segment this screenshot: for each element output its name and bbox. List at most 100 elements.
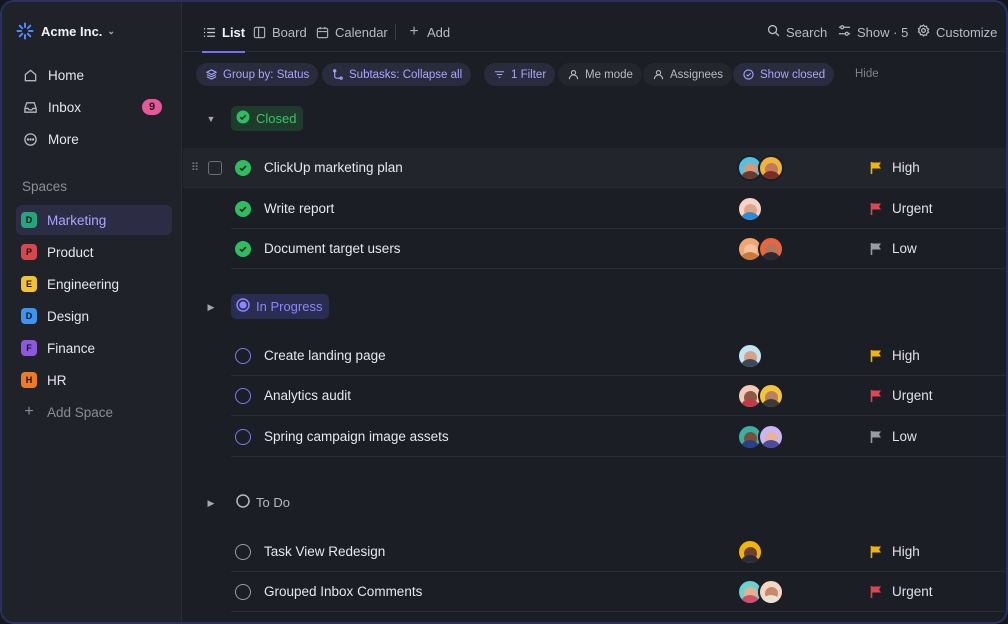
task-row[interactable]: Document target users Low (231, 229, 1006, 269)
nav-inbox[interactable]: Inbox 9 (16, 92, 172, 122)
assignees-chip[interactable]: Assignees (643, 63, 733, 86)
flag-high-icon (869, 545, 883, 559)
show-closed-chip[interactable]: Show closed (733, 63, 835, 86)
assignees[interactable] (737, 235, 784, 262)
expand-caret-icon[interactable]: ▶ (206, 498, 216, 508)
search-button[interactable]: Search (767, 12, 827, 52)
space-avatar: F (21, 340, 37, 356)
hide-button[interactable]: Hide (855, 68, 879, 80)
group-by-chip[interactable]: Group by: Status (196, 63, 319, 86)
nav-home[interactable]: Home (16, 60, 172, 90)
tab-calendar-label: Calendar (335, 24, 388, 40)
priority-label: Low (892, 429, 917, 444)
board-icon (252, 25, 266, 39)
task-name[interactable]: Task View Redesign (264, 544, 385, 559)
status-closed-icon[interactable] (235, 159, 251, 176)
divider (395, 24, 396, 40)
filter-icon (493, 69, 505, 81)
tab-calendar[interactable]: Calendar (315, 12, 388, 52)
priority[interactable]: High (869, 348, 920, 363)
space-hr[interactable]: H HR (16, 365, 172, 395)
priority[interactable]: Low (869, 241, 917, 256)
space-label: Design (47, 308, 90, 324)
avatar (737, 342, 763, 369)
flag-low-icon (869, 430, 883, 444)
add-view-button[interactable]: + Add (407, 12, 450, 52)
plus-icon: + (409, 23, 419, 40)
space-label: Product (47, 244, 94, 260)
task-name[interactable]: Analytics audit (264, 388, 351, 403)
task-row[interactable]: ⠿ ClickUp marketing plan High (183, 148, 1006, 188)
show-button[interactable]: Show · 5 (838, 12, 908, 52)
status-to-do-icon[interactable] (235, 543, 251, 560)
assignees[interactable] (737, 342, 763, 369)
customize-button[interactable]: Customize (917, 12, 997, 52)
flag-high-icon (869, 349, 883, 363)
group-by-label: Group by: Status (223, 68, 310, 81)
assignees[interactable] (737, 195, 763, 222)
task-name[interactable]: Spring campaign image assets (264, 429, 449, 444)
avatar (758, 154, 784, 181)
priority[interactable]: Urgent (869, 388, 933, 403)
workspace-switcher[interactable]: Acme Inc. ⌄ (16, 22, 115, 40)
expand-caret-icon[interactable]: ▶ (206, 302, 216, 312)
drag-handle-icon[interactable]: ⠿ (191, 161, 199, 174)
task-name[interactable]: Create landing page (264, 348, 386, 363)
assignees[interactable] (737, 154, 784, 181)
priority[interactable]: Low (869, 429, 917, 444)
task-checkbox[interactable] (208, 160, 222, 175)
assignees[interactable] (737, 382, 784, 409)
tab-list[interactable]: List (202, 12, 246, 53)
priority[interactable]: High (869, 160, 920, 175)
task-name[interactable]: Document target users (264, 241, 401, 256)
add-space-button[interactable]: + Add Space (16, 397, 172, 427)
space-design[interactable]: D Design (16, 301, 172, 331)
status-closed-icon[interactable] (235, 200, 251, 217)
subtasks-chip[interactable]: Subtasks: Collapse all (322, 63, 472, 86)
task-row[interactable]: Create landing page High (231, 336, 1006, 376)
status-in-progress-icon[interactable] (235, 428, 251, 445)
group-header-in-progress[interactable]: In Progress (231, 294, 330, 319)
gear-icon (917, 24, 930, 40)
status-in-progress-icon[interactable] (235, 347, 251, 364)
task-row[interactable]: Task View Redesign High (231, 532, 1006, 572)
nav-more[interactable]: More (16, 124, 172, 154)
task-name[interactable]: Grouped Inbox Comments (264, 584, 422, 599)
status-to-do-icon[interactable] (235, 583, 251, 600)
task-name[interactable]: ClickUp marketing plan (264, 160, 403, 175)
group-header-to-do[interactable]: To Do (231, 490, 297, 515)
assignees[interactable] (737, 538, 763, 565)
space-engineering[interactable]: E Engineering (16, 269, 172, 299)
assignees[interactable] (737, 423, 784, 450)
sliders-icon (838, 24, 851, 40)
task-row[interactable]: Spring campaign image assets Low (231, 417, 1006, 457)
avatar (758, 423, 784, 450)
group-header-closed[interactable]: Closed (231, 106, 304, 131)
to-do-icon (236, 494, 250, 511)
priority[interactable]: High (869, 544, 920, 559)
space-finance[interactable]: F Finance (16, 333, 172, 363)
task-row[interactable]: Analytics audit Urgent (231, 376, 1006, 416)
avatar (758, 382, 784, 409)
space-product[interactable]: P Product (16, 237, 172, 267)
space-avatar: P (21, 244, 37, 260)
filter-chip[interactable]: 1 Filter (484, 63, 556, 86)
filter-label: 1 Filter (511, 68, 547, 81)
task-name[interactable]: Write report (264, 201, 334, 216)
subtasks-label: Subtasks: Collapse all (349, 68, 463, 81)
assignees[interactable] (737, 578, 784, 605)
me-mode-chip[interactable]: Me mode (558, 63, 642, 86)
me-mode-label: Me mode (585, 68, 633, 81)
priority[interactable]: Urgent (869, 201, 933, 216)
status-in-progress-icon[interactable] (235, 387, 251, 404)
task-row[interactable]: Write report Urgent (231, 189, 1006, 229)
collapse-caret-icon[interactable]: ▼ (206, 114, 216, 124)
sidebar: Acme Inc. ⌄ Home Inbox 9 More Spaces D M… (2, 2, 182, 622)
group-status-label: Closed (256, 111, 297, 126)
priority[interactable]: Urgent (869, 584, 933, 599)
in-progress-icon (236, 298, 250, 315)
tab-board[interactable]: Board (252, 12, 307, 52)
task-row[interactable]: Grouped Inbox Comments Urgent (231, 572, 1006, 612)
status-closed-icon[interactable] (235, 240, 251, 257)
space-marketing[interactable]: D Marketing (16, 205, 172, 235)
